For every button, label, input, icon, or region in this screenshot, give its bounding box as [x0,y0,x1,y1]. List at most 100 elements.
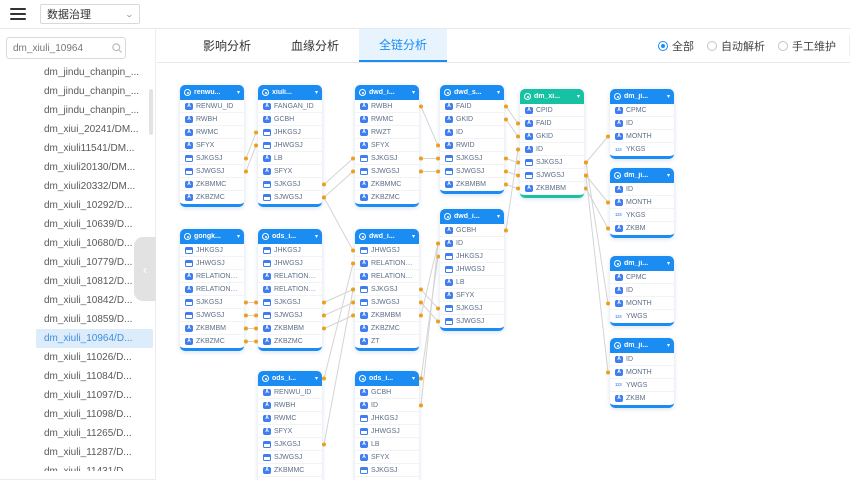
field-row[interactable]: RENWU_ID [180,100,244,113]
field-row[interactable]: CPID [520,104,584,117]
field-row[interactable]: ID [610,183,674,196]
field-row[interactable]: ID [610,284,674,297]
field-row[interactable]: RELATION_L... [355,270,419,283]
menu-icon[interactable] [10,8,26,20]
table-node-dm_ji[interactable]: dm_ji...▾IDMONTHYWGSZKBM [610,338,674,408]
table-node-header[interactable]: dm_xi...▾ [520,89,584,104]
collapse-caret-icon[interactable]: ▾ [237,89,240,96]
field-row[interactable]: ZKBMBM [258,322,322,335]
field-row[interactable]: SJWGSJ [258,451,322,464]
table-node-dwd_i[interactable]: dwd_i...▾JHWGSJRELATION_L...RELATION_L..… [355,229,419,351]
field-row[interactable]: YKGS [610,209,674,222]
table-node-header[interactable]: renwu...▾ [180,85,244,100]
collapse-caret-icon[interactable]: ▾ [577,93,580,100]
collapse-caret-icon[interactable]: ▾ [497,213,500,220]
table-node-header[interactable]: dm_ji...▾ [610,89,674,104]
field-row[interactable]: JHWGSJ [355,244,419,257]
field-row[interactable]: SFYX [440,289,504,302]
table-node-dm_ji[interactable]: dm_ji...▾CPMCIDMONTHYWGS [610,256,674,326]
radio-all[interactable]: 全部 [658,38,694,54]
field-row[interactable]: SJWGSJ [355,165,419,178]
collapse-caret-icon[interactable]: ▾ [412,375,415,382]
field-row[interactable]: SFYX [355,139,419,152]
collapse-caret-icon[interactable]: ▾ [667,260,670,267]
sidebar-table-item[interactable]: dm_xiuli_11287/D... [36,443,153,462]
field-row[interactable]: ZKBMBM [180,322,244,335]
table-node-ods_i[interactable]: ods_i...▾JHKGSJJHWGSJRELATION_I...RELATI… [258,229,322,351]
field-row[interactable]: ZKBMMC [180,178,244,191]
table-node-dwd_i[interactable]: dwd_i...▾RWBHRWMCRWZTSFYXSJKGSJSJWGSJZKB… [355,85,419,207]
field-row[interactable]: JHKGSJ [258,126,322,139]
table-node-dm_ji[interactable]: dm_ji...▾CPMCIDMONTHYKGS [610,89,674,159]
table-node-header[interactable]: dm_ji...▾ [610,168,674,183]
field-row[interactable]: ID [355,399,419,412]
collapse-caret-icon[interactable]: ▾ [315,233,318,240]
field-row[interactable]: ZKBMMC [355,178,419,191]
field-row[interactable]: SJKGSJ [440,152,504,165]
field-row[interactable]: ZKBMMC [258,464,322,477]
field-row[interactable]: SJWGSJ [180,165,244,178]
sidebar-table-item[interactable]: dm_xiuli_10859/D... [36,310,153,329]
field-row[interactable]: SJKGSJ [258,438,322,451]
field-row[interactable]: LB [258,152,322,165]
field-row[interactable]: JHWGSJ [180,257,244,270]
table-node-header[interactable]: ods_i...▾ [258,229,322,244]
field-row[interactable]: SFYX [258,425,322,438]
field-row[interactable]: ZKBMBM [355,309,419,322]
field-row[interactable]: JHKGSJ [355,412,419,425]
table-node-dwd_s[interactable]: dwd_s...▾FAIDGKIDIDRWIDSJKGSJSJWGSJZKBMB… [440,85,504,194]
radio-manual-maintain[interactable]: 手工维护 [778,38,836,54]
field-row[interactable]: FANGAN_ID [258,100,322,113]
field-row[interactable]: SJKGSJ [258,296,322,309]
field-row[interactable]: FAID [440,100,504,113]
field-row[interactable]: FAID [520,117,584,130]
tab-full-chain-analysis[interactable]: 全链分析 [359,29,447,62]
collapse-caret-icon[interactable]: ▾ [412,89,415,96]
table-node-dm_ji[interactable]: dm_ji...▾IDMONTHYKGSZKBM [610,168,674,238]
field-row[interactable]: ZKBZMC [180,191,244,204]
sidebar-table-item[interactable]: dm_xiuli11541/DM... [36,139,153,158]
sidebar-table-item[interactable]: dm_xiuli20332/DM... [36,177,153,196]
table-node-gongk[interactable]: gongk...▾JHKGSJJHWGSJRELATION_I...RELATI… [180,229,244,351]
field-row[interactable]: RWID [440,139,504,152]
sidebar-table-item[interactable]: dm_xiuli_10639/D... [36,215,153,234]
field-row[interactable]: JHKGSJ [440,250,504,263]
collapse-caret-icon[interactable]: ▾ [315,375,318,382]
sidebar-table-item[interactable]: dm_xiuli_11098/D... [36,405,153,424]
field-row[interactable]: YWGS [610,379,674,392]
tab-lineage-analysis[interactable]: 血缘分析 [271,29,359,62]
collapse-caret-icon[interactable]: ▾ [315,89,318,96]
field-row[interactable]: ID [440,237,504,250]
field-row[interactable]: SJKGSJ [355,152,419,165]
table-node-header[interactable]: dwd_s...▾ [440,85,504,100]
sidebar-table-item[interactable]: dm_xiuli_11026/D... [36,348,153,367]
collapse-caret-icon[interactable]: ▾ [412,233,415,240]
field-row[interactable]: RELATION_I... [258,270,322,283]
field-row[interactable]: ID [610,117,674,130]
field-row[interactable]: CPMC [610,271,674,284]
table-node-header[interactable]: xiuli...▾ [258,85,322,100]
sidebar-table-item[interactable]: dm_xiuli_11431/D... [36,462,153,471]
collapse-caret-icon[interactable]: ▾ [667,172,670,179]
field-row[interactable]: MONTH [610,297,674,310]
field-row[interactable]: SJWGSJ [180,309,244,322]
table-node-header[interactable]: dwd_i...▾ [355,85,419,100]
field-row[interactable]: RWMC [258,412,322,425]
field-row[interactable]: GCBH [355,386,419,399]
collapse-caret-icon[interactable]: ▾ [497,89,500,96]
field-row[interactable]: SJWGSJ [520,169,584,182]
field-row[interactable]: SFYX [258,165,322,178]
table-node-ods_i[interactable]: ods_i...▾RENWU_IDRWBHRWMCSFYXSJKGSJSJWGS… [258,371,322,480]
tab-impact-analysis[interactable]: 影响分析 [183,29,271,62]
field-row[interactable]: GCBH [258,113,322,126]
field-row[interactable]: ZKBZMC [355,322,419,335]
field-row[interactable]: SJKGSJ [355,464,419,477]
field-row[interactable]: MONTH [610,130,674,143]
field-row[interactable]: SJKGSJ [440,302,504,315]
field-row[interactable]: CPMC [610,104,674,117]
radio-auto-parse[interactable]: 自动解析 [707,38,765,54]
field-row[interactable]: ZKBMBM [440,178,504,191]
table-node-renwu[interactable]: renwu...▾RENWU_IDRWBHRWMCSFYXSJKGSJSJWGS… [180,85,244,207]
field-row[interactable]: SJWGSJ [440,315,504,328]
collapse-caret-icon[interactable]: ▾ [667,342,670,349]
